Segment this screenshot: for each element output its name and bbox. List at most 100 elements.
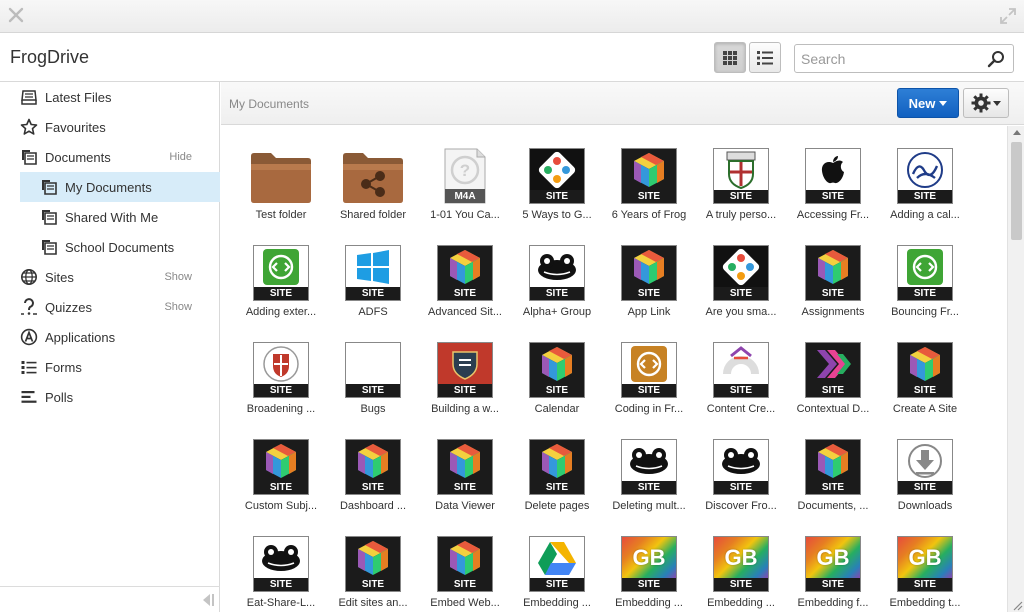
rainbow-arc-icon: [723, 346, 759, 375]
file-item[interactable]: SITE Are you sma...: [695, 241, 787, 338]
site-badge: SITE: [530, 190, 584, 203]
file-item[interactable]: SITE Embedding ...: [511, 532, 603, 612]
file-item[interactable]: SITE Accessing Fr...: [787, 144, 879, 241]
expand-icon[interactable]: [999, 7, 1017, 25]
search-input[interactable]: [801, 49, 981, 69]
breadcrumb[interactable]: My Documents: [229, 97, 309, 111]
sidebar-item-forms[interactable]: Forms: [0, 352, 220, 382]
file-thumbnail: SITE: [437, 536, 493, 592]
sidebar-item-label: Quizzes: [45, 300, 92, 315]
list-view-button[interactable]: [749, 42, 781, 73]
code-app-icon: [631, 346, 667, 382]
file-thumbnail: SITE: [345, 439, 401, 495]
sidebar-item-applications[interactable]: Applications: [0, 322, 220, 352]
file-item[interactable]: SITE A truly perso...: [695, 144, 787, 241]
site-badge: SITE: [530, 287, 584, 300]
file-item[interactable]: SITE Calendar: [511, 338, 603, 435]
file-item[interactable]: SITE 6 Years of Frog: [603, 144, 695, 241]
resize-grip-icon[interactable]: [1011, 599, 1023, 611]
file-item[interactable]: SITE Advanced Sit...: [419, 241, 511, 338]
sidebar-item-sites[interactable]: Sites Show: [0, 262, 220, 292]
scroll-up-icon[interactable]: [1013, 130, 1021, 135]
file-item[interactable]: SITE Contextual D...: [787, 338, 879, 435]
school-crest-icon: [726, 151, 756, 190]
sidebar-toggle-show[interactable]: Show: [164, 271, 192, 283]
file-name: Coding in Fr...: [614, 403, 684, 415]
file-item[interactable]: SITE Embed Web...: [419, 532, 511, 612]
file-item[interactable]: SITE Delete pages: [511, 435, 603, 532]
file-item[interactable]: SITE Assignments: [787, 241, 879, 338]
file-item[interactable]: GB SITE Embedding ...: [695, 532, 787, 612]
file-item[interactable]: SITE Bouncing Fr...: [879, 241, 971, 338]
file-item[interactable]: SITE 5 Ways to G...: [511, 144, 603, 241]
file-name: Edit sites an...: [338, 597, 408, 609]
sidebar-item-school-documents[interactable]: School Documents: [0, 232, 220, 262]
file-item[interactable]: GB SITE Embedding ...: [603, 532, 695, 612]
sidebar-toggle-hide[interactable]: Hide: [169, 151, 192, 163]
site-thumbnail: SITE: [345, 439, 401, 495]
file-item[interactable]: Shared folder: [327, 144, 419, 241]
file-item[interactable]: SITE Downloads: [879, 435, 971, 532]
sidebar-item-quizzes[interactable]: Quizzes Show: [0, 292, 220, 322]
sidebar-item-label: Documents: [45, 150, 111, 165]
file-item[interactable]: SITE Custom Subj...: [235, 435, 327, 532]
sidebar-item-documents[interactable]: Documents Hide: [0, 142, 220, 172]
file-item[interactable]: SITE Edit sites an...: [327, 532, 419, 612]
sidebar-item-my-documents[interactable]: My Documents: [20, 172, 220, 202]
site-badge: SITE: [622, 481, 676, 494]
search-icon[interactable]: [987, 50, 1005, 68]
file-thumbnail: GB SITE: [897, 536, 953, 592]
file-item[interactable]: GB SITE Embedding f...: [787, 532, 879, 612]
scrollbar[interactable]: [1007, 126, 1024, 612]
file-item[interactable]: SITE Adding a cal...: [879, 144, 971, 241]
folder-icon: [251, 153, 311, 203]
file-thumbnail: SITE: [253, 536, 309, 592]
colour-dots-icon: [722, 248, 760, 286]
file-item[interactable]: SITE Building a w...: [419, 338, 511, 435]
sidebar-item-latest-files[interactable]: Latest Files: [0, 82, 220, 112]
applications-icon: [20, 328, 38, 346]
sidebar-item-favourites[interactable]: Favourites: [0, 112, 220, 142]
grid-view-button[interactable]: [714, 42, 746, 73]
file-item[interactable]: SITE Data Viewer: [419, 435, 511, 532]
site-thumbnail: SITE: [621, 245, 677, 301]
file-item[interactable]: SITE Adding exter...: [235, 241, 327, 338]
file-item[interactable]: Test folder: [235, 144, 327, 241]
site-badge: SITE: [254, 481, 308, 494]
file-item[interactable]: SITE Documents, ...: [787, 435, 879, 532]
sidebar-toggle-show[interactable]: Show: [164, 301, 192, 313]
sidebar-item-shared-with-me[interactable]: Shared With Me: [0, 202, 220, 232]
file-item[interactable]: SITE Dashboard ...: [327, 435, 419, 532]
collapse-sidebar-icon[interactable]: [198, 591, 216, 609]
file-item[interactable]: SITE Deleting mult...: [603, 435, 695, 532]
frog-cube-icon: [266, 444, 296, 478]
file-item[interactable]: SITE Coding in Fr...: [603, 338, 695, 435]
file-thumbnail: [341, 148, 405, 204]
file-thumbnail: SITE: [345, 245, 401, 301]
file-item[interactable]: SITE Eat-Share-L...: [235, 532, 327, 612]
site-badge: SITE: [806, 287, 860, 300]
file-name: Discover Fro...: [705, 500, 777, 512]
file-thumbnail: SITE: [345, 536, 401, 592]
file-item[interactable]: SITE Alpha+ Group: [511, 241, 603, 338]
file-name: Embed Web...: [430, 597, 500, 609]
scrollbar-thumb[interactable]: [1011, 142, 1022, 240]
file-item[interactable]: SITE Create A Site: [879, 338, 971, 435]
settings-button[interactable]: [963, 88, 1009, 118]
sidebar-item-polls[interactable]: Polls: [0, 382, 220, 412]
file-item[interactable]: SITE App Link: [603, 241, 695, 338]
file-item[interactable]: SITE Broadening ...: [235, 338, 327, 435]
file-item[interactable]: SITE Content Cre...: [695, 338, 787, 435]
site-artwork: [346, 246, 400, 288]
sidebar-item-label: Forms: [45, 360, 82, 375]
new-button[interactable]: New: [897, 88, 959, 118]
file-item[interactable]: SITE Discover Fro...: [695, 435, 787, 532]
file-item[interactable]: GB SITE Embedding t...: [879, 532, 971, 612]
site-thumbnail: SITE: [897, 439, 953, 495]
file-item[interactable]: SITE ADFS: [327, 241, 419, 338]
close-icon[interactable]: [7, 6, 25, 24]
file-thumbnail: SITE: [805, 148, 861, 204]
site-badge: SITE: [898, 384, 952, 397]
file-item[interactable]: ? M4A 1-01 You Ca...: [419, 144, 511, 241]
file-item[interactable]: SITE Bugs: [327, 338, 419, 435]
